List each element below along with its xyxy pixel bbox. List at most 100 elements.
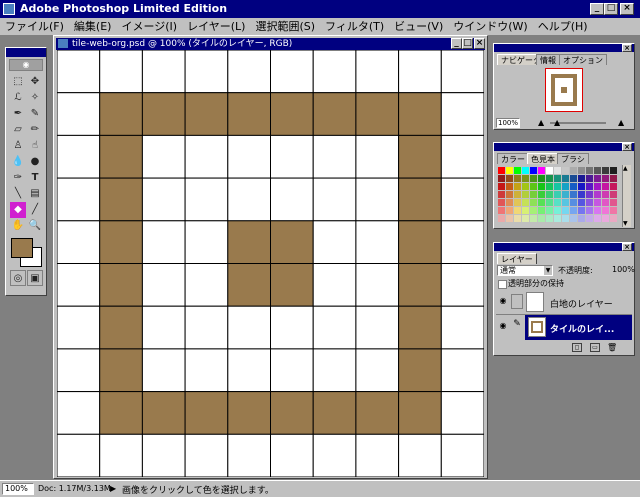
tile-cell-brown[interactable] xyxy=(99,220,143,265)
tile-cell-white[interactable] xyxy=(141,263,186,307)
tile-cell-white[interactable] xyxy=(57,305,101,350)
color-swatch[interactable] xyxy=(554,191,561,198)
color-swatch[interactable] xyxy=(570,167,577,174)
tile-cell-white[interactable] xyxy=(227,348,272,393)
tile-cell-white[interactable] xyxy=(99,50,143,94)
tile-cell-white[interactable] xyxy=(355,263,400,307)
line-tool-icon[interactable]: ╲ xyxy=(10,186,26,202)
layer-link-slot[interactable] xyxy=(511,294,523,309)
image-canvas[interactable] xyxy=(57,50,484,477)
color-swatch[interactable] xyxy=(522,167,529,174)
tile-cell-white[interactable] xyxy=(141,348,186,393)
tile-cell-brown[interactable] xyxy=(99,134,143,179)
color-swatch[interactable] xyxy=(554,207,561,214)
color-swatch[interactable] xyxy=(530,215,537,222)
color-swatch[interactable] xyxy=(546,199,553,206)
color-swatch[interactable] xyxy=(570,207,577,214)
color-swatch[interactable] xyxy=(554,199,561,206)
menu-select[interactable]: 選択範囲(S) xyxy=(250,18,320,36)
eraser-icon[interactable]: ▱ xyxy=(10,122,26,138)
color-swatch[interactable] xyxy=(498,183,505,190)
tile-cell-white[interactable] xyxy=(355,220,400,265)
tile-cell-white[interactable] xyxy=(227,50,272,94)
tile-cell-brown[interactable] xyxy=(312,391,357,435)
color-swatch[interactable] xyxy=(570,191,577,198)
color-swatch[interactable] xyxy=(610,167,617,174)
color-swatch[interactable] xyxy=(562,191,569,198)
color-swatch[interactable] xyxy=(498,191,505,198)
tile-cell-white[interactable] xyxy=(141,305,186,350)
tile-cell-brown[interactable] xyxy=(184,92,229,136)
toolbox-titlebar[interactable] xyxy=(6,48,46,57)
layers-titlebar[interactable]: × xyxy=(494,243,634,251)
tile-cell-brown[interactable] xyxy=(398,348,442,393)
zoom-in-icon[interactable]: ▲ xyxy=(618,118,624,128)
color-swatch[interactable] xyxy=(586,183,593,190)
color-swatch[interactable] xyxy=(594,183,601,190)
tile-cell-white[interactable] xyxy=(184,220,229,265)
tile-cell-white[interactable] xyxy=(57,391,101,435)
color-swatch[interactable] xyxy=(578,215,585,222)
tile-cell-white[interactable] xyxy=(270,134,314,179)
color-swatch[interactable] xyxy=(506,191,513,198)
paintbrush-icon[interactable]: ✎ xyxy=(27,106,43,122)
tile-cell-brown[interactable] xyxy=(355,92,400,136)
tab-brushes[interactable]: ブラシ xyxy=(557,153,589,164)
color-swatch[interactable] xyxy=(514,207,521,214)
layer-mask-icon[interactable]: ◻ xyxy=(572,343,582,352)
blend-mode-select[interactable]: 通常 ▼ xyxy=(497,265,553,276)
tile-cell-white[interactable] xyxy=(99,433,143,477)
visibility-eye-icon[interactable]: ◉ xyxy=(497,321,509,333)
color-swatch[interactable] xyxy=(610,207,617,214)
tile-cell-brown[interactable] xyxy=(270,92,314,136)
tile-cell-white[interactable] xyxy=(57,220,101,265)
color-swatch[interactable] xyxy=(506,207,513,214)
opacity-value[interactable]: 100% xyxy=(612,265,635,274)
color-swatch[interactable] xyxy=(530,175,537,182)
color-swatch[interactable] xyxy=(538,191,545,198)
status-zoom-field[interactable]: 100% xyxy=(2,483,34,495)
layer-row[interactable]: ◉ 白地のレイヤー xyxy=(496,290,632,315)
tile-cell-brown[interactable] xyxy=(312,92,357,136)
color-swatch[interactable] xyxy=(578,199,585,206)
dodge-icon[interactable]: ● xyxy=(27,154,43,170)
menu-window[interactable]: ウインドウ(W) xyxy=(448,18,532,36)
color-swatch[interactable] xyxy=(546,183,553,190)
tile-cell-white[interactable] xyxy=(227,134,272,179)
hand-tool-icon[interactable]: ✋ xyxy=(10,218,26,234)
color-swatch[interactable] xyxy=(594,167,601,174)
tile-cell-white[interactable] xyxy=(312,263,357,307)
color-swatch[interactable] xyxy=(586,207,593,214)
tile-cell-brown[interactable] xyxy=(398,220,442,265)
move-tool-icon[interactable]: ✥ xyxy=(27,74,43,90)
color-swatch[interactable] xyxy=(594,215,601,222)
tile-cell-white[interactable] xyxy=(57,92,101,136)
navigator-close-button[interactable]: × xyxy=(622,44,632,52)
rubber-stamp-icon[interactable]: ♙ xyxy=(10,138,26,154)
color-swatch[interactable] xyxy=(498,215,505,222)
tab-layers[interactable]: レイヤー xyxy=(497,253,537,264)
magic-wand-icon[interactable]: ✧ xyxy=(27,90,43,106)
tile-cell-white[interactable] xyxy=(227,305,272,350)
menu-layer[interactable]: レイヤー(L) xyxy=(182,18,250,36)
tile-cell-white[interactable] xyxy=(270,50,314,94)
tile-cell-white[interactable] xyxy=(312,50,357,94)
blur-icon[interactable]: 💧 xyxy=(10,154,26,170)
doc-minimize-button[interactable]: _ xyxy=(451,38,462,49)
quick-mask-icon[interactable]: ◎ xyxy=(10,270,26,286)
color-swatch[interactable] xyxy=(610,215,617,222)
tile-cell-white[interactable] xyxy=(57,50,101,94)
lasso-tool-icon[interactable]: ℒ xyxy=(10,90,26,106)
preserve-transparency-checkbox[interactable] xyxy=(498,280,507,289)
color-swatch[interactable] xyxy=(530,191,537,198)
color-swatch[interactable] xyxy=(538,167,545,174)
tile-cell-white[interactable] xyxy=(270,177,314,222)
color-swatch[interactable] xyxy=(570,215,577,222)
tile-cell-brown[interactable] xyxy=(398,391,442,435)
pen-icon[interactable]: ✑ xyxy=(10,170,26,186)
tile-cell-white[interactable] xyxy=(355,177,400,222)
document-titlebar[interactable]: tile-web-org.psd @ 100% (タイルのレイヤー, RGB) … xyxy=(56,38,485,50)
color-swatch[interactable] xyxy=(522,199,529,206)
color-swatch[interactable] xyxy=(602,191,609,198)
tab-info[interactable]: 情報 xyxy=(536,54,560,65)
